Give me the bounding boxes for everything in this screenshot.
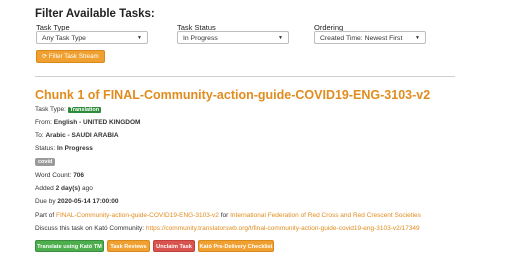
due-row: Due by 2020-05-14 17:00:00 <box>35 198 119 205</box>
ordering-value: Created Time: Newest First <box>320 35 403 42</box>
to-value: Arabic - SAUDI ARABIA <box>45 132 119 139</box>
added-row: Added 2 day(s) ago <box>35 185 93 192</box>
task-status-select[interactable]: In Progress ▼ <box>177 31 289 44</box>
caret-down-icon: ▼ <box>137 35 142 41</box>
task-title[interactable]: Chunk 1 of FINAL-Community-action-guide-… <box>35 88 430 102</box>
from-value: English - UNITED KINGDOM <box>53 119 141 126</box>
unclaim-task-button[interactable]: Unclaim Task <box>153 240 195 252</box>
refresh-icon: ⟳ <box>42 53 48 60</box>
community-link[interactable]: https://community.translatorswb.org/t/fi… <box>146 225 420 232</box>
task-type-select[interactable]: Any Task Type ▼ <box>36 31 148 44</box>
from-label: From: <box>35 119 52 126</box>
task-type-row-label: Task Type: <box>35 106 66 113</box>
discuss-label: Discuss this task on Kató Community: <box>35 225 145 232</box>
pre-delivery-checklist-button[interactable]: Kató Pre-Delivery Checklist <box>198 240 274 252</box>
ordering-select[interactable]: Created Time: Newest First ▼ <box>314 31 426 44</box>
status-row: Status: In Progress <box>35 145 93 152</box>
due-label: Due by <box>35 198 56 205</box>
task-type-row: Task Type: Translation <box>35 106 102 113</box>
added-suffix: ago <box>82 185 93 192</box>
discuss-row: Discuss this task on Kató Community: htt… <box>35 225 420 232</box>
added-label: Added <box>35 185 54 192</box>
tag-row: covid <box>35 158 56 166</box>
task-type-value: Any Task Type <box>42 35 86 42</box>
filter-title: Filter Available Tasks: <box>35 8 155 20</box>
word-count-label: Word Count: <box>35 172 72 179</box>
word-count-value: 706 <box>73 172 85 179</box>
part-of-label: Part of <box>35 212 55 219</box>
word-count-row: Word Count: 706 <box>35 172 84 179</box>
caret-down-icon: ▼ <box>278 35 283 41</box>
task-type-badge: Translation <box>67 107 102 113</box>
part-of-row: Part of FINAL-Community-action-guide-COV… <box>35 212 421 219</box>
from-row: From: English - UNITED KINGDOM <box>35 119 140 126</box>
for-label: for <box>220 212 229 219</box>
task-reviews-button[interactable]: Task Reviews <box>107 240 150 252</box>
translate-button[interactable]: Translate using Kató TM <box>35 240 104 252</box>
added-value: 2 day(s) <box>55 185 81 192</box>
task-status-value: In Progress <box>183 35 218 42</box>
divider <box>35 76 455 77</box>
status-value: In Progress <box>57 145 93 152</box>
organisation-link[interactable]: International Federation of Red Cross an… <box>230 212 421 219</box>
status-label: Status: <box>35 145 56 152</box>
due-value: 2020-05-14 17:00:00 <box>57 198 119 205</box>
filter-button-label: Filter Task Stream <box>48 53 99 60</box>
filter-task-stream-button[interactable]: ⟳ Filter Task Stream <box>36 50 105 63</box>
caret-down-icon: ▼ <box>415 35 420 41</box>
to-label: To: <box>35 132 44 139</box>
project-link[interactable]: FINAL-Community-action-guide-COVID19-ENG… <box>56 212 219 219</box>
covid-tag[interactable]: covid <box>35 158 56 166</box>
to-row: To: Arabic - SAUDI ARABIA <box>35 132 119 139</box>
